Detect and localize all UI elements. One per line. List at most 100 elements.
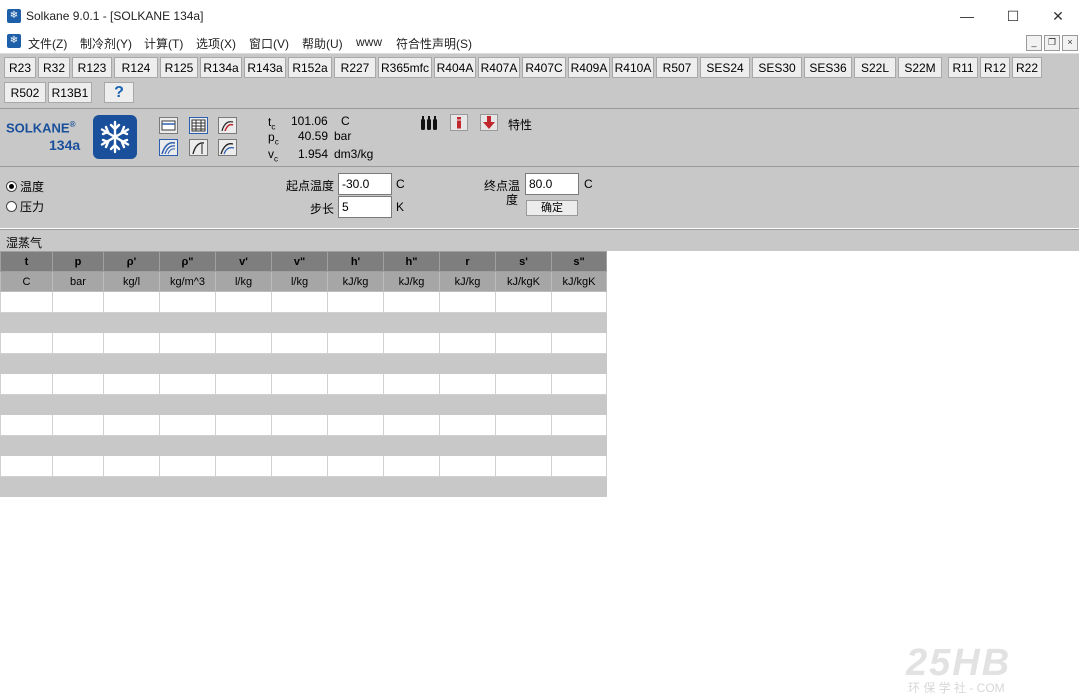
table-row[interactable] xyxy=(0,373,607,395)
table-cell[interactable] xyxy=(383,352,440,374)
refrigerant-button[interactable]: R502 xyxy=(4,82,46,103)
table-cell[interactable] xyxy=(551,434,607,456)
table-row[interactable] xyxy=(0,414,607,436)
table-cell[interactable] xyxy=(103,393,160,415)
mdi-close-button[interactable]: × xyxy=(1062,35,1078,51)
table-cell[interactable] xyxy=(551,414,607,436)
refrigerant-button[interactable]: R410A xyxy=(612,57,654,78)
table-cell[interactable] xyxy=(159,352,216,374)
table-cell[interactable] xyxy=(0,455,53,477)
refrigerant-button[interactable]: R227 xyxy=(334,57,376,78)
table-cell[interactable] xyxy=(215,434,272,456)
table-cell[interactable] xyxy=(383,393,440,415)
temperature-radio[interactable] xyxy=(6,181,17,192)
refrigerant-button[interactable]: R134a xyxy=(200,57,242,78)
table-cell[interactable] xyxy=(383,291,440,313)
table-cell[interactable] xyxy=(103,291,160,313)
table-cell[interactable] xyxy=(215,311,272,333)
confirm-button[interactable]: 确定 xyxy=(526,200,578,216)
table-cell[interactable] xyxy=(103,475,160,497)
table-cell[interactable] xyxy=(327,291,384,313)
table-cell[interactable] xyxy=(271,352,328,374)
table-cell[interactable] xyxy=(495,393,552,415)
refrigerant-button[interactable]: R23 xyxy=(4,57,36,78)
saturation-table-icon[interactable] xyxy=(159,117,178,134)
table-cell[interactable] xyxy=(103,311,160,333)
minimize-button[interactable]: — xyxy=(944,2,990,30)
refrigerant-button[interactable]: R407A xyxy=(478,57,520,78)
table-cell[interactable] xyxy=(383,332,440,354)
column-header[interactable]: s" xyxy=(551,251,607,272)
close-button[interactable]: ✕ xyxy=(1035,2,1079,30)
table-cell[interactable] xyxy=(439,393,496,415)
refrigerant-button[interactable]: R13B1 xyxy=(48,82,92,103)
table-cell[interactable] xyxy=(271,475,328,497)
table-cell[interactable] xyxy=(495,434,552,456)
menu-window[interactable]: 窗口(V) xyxy=(249,35,289,52)
table-cell[interactable] xyxy=(103,373,160,395)
refrigerant-button[interactable]: SES36 xyxy=(804,57,852,78)
table-cell[interactable] xyxy=(0,373,53,395)
table-cell[interactable] xyxy=(215,373,272,395)
table-cell[interactable] xyxy=(271,332,328,354)
table-cell[interactable] xyxy=(103,352,160,374)
table-cell[interactable] xyxy=(439,332,496,354)
table-cell[interactable] xyxy=(271,291,328,313)
refrigerant-button[interactable]: R125 xyxy=(160,57,198,78)
column-header[interactable]: t xyxy=(0,251,53,272)
mode-pressure-option[interactable]: 压力 xyxy=(6,198,44,215)
refrigerant-button[interactable]: R404A xyxy=(434,57,476,78)
table-cell[interactable] xyxy=(551,332,607,354)
table-cell[interactable] xyxy=(495,291,552,313)
table-cell[interactable] xyxy=(271,311,328,333)
table-cell[interactable] xyxy=(271,393,328,415)
table-row[interactable] xyxy=(0,291,607,313)
refrigerant-button[interactable]: S22L xyxy=(854,57,896,78)
menu-declaration[interactable]: 符合性声明(S) xyxy=(396,35,472,52)
table-cell[interactable] xyxy=(159,311,216,333)
table-cell[interactable] xyxy=(159,475,216,497)
table-cell[interactable] xyxy=(159,393,216,415)
start-temperature-input[interactable] xyxy=(338,173,392,195)
table-cell[interactable] xyxy=(439,373,496,395)
column-header[interactable]: h" xyxy=(383,251,440,272)
table-grid-icon[interactable] xyxy=(189,117,208,134)
refrigerant-button[interactable]: R11 xyxy=(948,57,978,78)
table-cell[interactable] xyxy=(551,291,607,313)
table-cell[interactable] xyxy=(52,414,104,436)
table-cell[interactable] xyxy=(495,373,552,395)
table-cell[interactable] xyxy=(103,414,160,436)
hs-diagram-icon[interactable] xyxy=(218,139,237,156)
menu-file[interactable]: 文件(Z) xyxy=(28,35,67,52)
table-cell[interactable] xyxy=(0,291,53,313)
table-cell[interactable] xyxy=(159,414,216,436)
maximize-button[interactable]: ☐ xyxy=(990,2,1036,30)
table-cell[interactable] xyxy=(215,332,272,354)
table-cell[interactable] xyxy=(159,455,216,477)
table-cell[interactable] xyxy=(327,373,384,395)
table-cell[interactable] xyxy=(551,393,607,415)
table-cell[interactable] xyxy=(0,311,53,333)
table-cell[interactable] xyxy=(439,434,496,456)
table-row[interactable] xyxy=(0,311,607,333)
column-header[interactable]: v" xyxy=(271,251,328,272)
table-cell[interactable] xyxy=(383,373,440,395)
table-row[interactable] xyxy=(0,393,607,415)
table-cell[interactable] xyxy=(439,455,496,477)
table-cell[interactable] xyxy=(52,434,104,456)
info-icon[interactable] xyxy=(450,114,468,131)
table-cell[interactable] xyxy=(0,475,53,497)
table-cell[interactable] xyxy=(159,434,216,456)
refrigerant-button[interactable]: R124 xyxy=(114,57,158,78)
column-header[interactable]: h' xyxy=(327,251,384,272)
end-temperature-input[interactable] xyxy=(525,173,579,195)
table-cell[interactable] xyxy=(215,291,272,313)
table-cell[interactable] xyxy=(52,455,104,477)
table-cell[interactable] xyxy=(52,475,104,497)
table-cell[interactable] xyxy=(52,311,104,333)
table-cell[interactable] xyxy=(439,475,496,497)
table-cell[interactable] xyxy=(52,373,104,395)
table-cell[interactable] xyxy=(0,414,53,436)
menu-options[interactable]: 选项(X) xyxy=(196,35,236,52)
column-header[interactable]: p xyxy=(52,251,104,272)
